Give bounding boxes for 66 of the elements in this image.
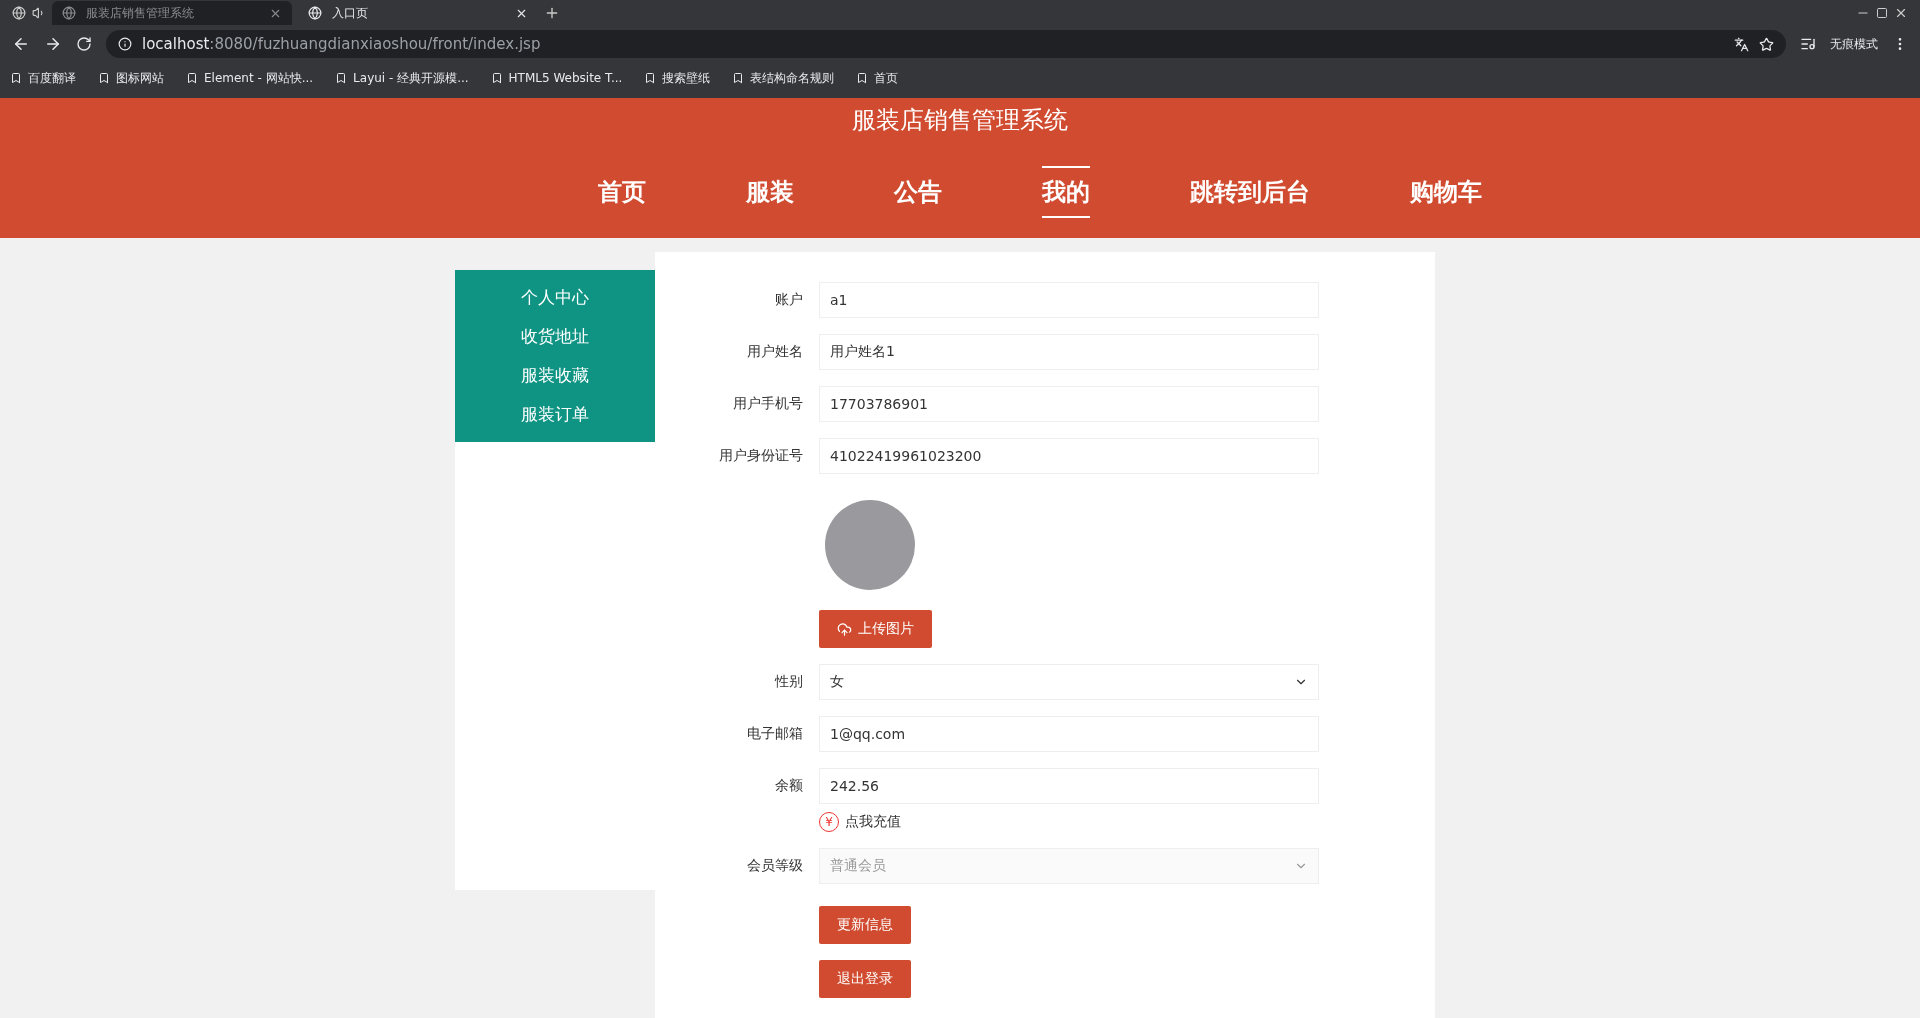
bookmark-icon [644,72,657,84]
nav-link[interactable]: 我的 [1042,166,1090,218]
bookmark[interactable]: 搜索壁纸 [644,69,711,87]
sidebar-item[interactable]: 服装收藏 [455,356,655,395]
nav-link[interactable]: 购物车 [1410,166,1482,218]
field-label: 电子邮箱 [746,725,803,743]
input-field[interactable]: 41022419961023200 [819,438,1319,474]
bookmark[interactable]: Layui - 经典开源模... [335,69,469,87]
field-label: 性别 [773,673,803,691]
globe-icon [308,6,322,20]
input-field[interactable]: 用户姓名1 [819,334,1319,370]
profile-label[interactable]: 无痕模式 [1830,35,1878,53]
bookmark[interactable]: 表结构命名规则 [732,69,835,87]
nav-link[interactable]: 跳转到后台 [1190,166,1310,218]
bookmark[interactable]: 首页 [856,69,899,87]
bookmark[interactable]: 图标网站 [98,69,164,87]
globe-icon [62,6,76,20]
restore-icon [1876,7,1888,19]
field-label: 用户手机号 [732,395,803,413]
bookmark-icon [10,72,22,84]
field-label: 用户姓名 [746,343,803,361]
translate-icon [1734,36,1749,52]
field-label: 会员等级 [746,857,803,875]
info-icon [118,37,132,51]
playlist-icon [1800,36,1816,52]
bookmark[interactable]: 百度翻译 [10,69,76,87]
bookmark-icon [98,72,110,84]
close-icon [1894,6,1908,20]
nav-link[interactable]: 公告 [894,166,942,218]
bookmark-icon [186,72,198,84]
nav-link[interactable]: 服装 [746,166,794,218]
input-field[interactable]: 17703786901 [819,386,1319,422]
bookmark-icon [732,72,745,84]
forward-icon [44,35,62,53]
bookmark-icon [490,72,503,84]
bookmark-icon [335,72,348,84]
reload-icon [76,36,92,52]
bookmark[interactable]: HTML5 Website T... [490,71,623,85]
bookmark[interactable]: Element - 网站快... [186,69,314,87]
form-button[interactable]: 更新信息 [819,906,911,944]
globe-icon [12,6,26,20]
input-field[interactable]: 242.56 [819,768,1319,804]
upload-button[interactable]: 上传图片 [819,610,932,648]
recharge-link[interactable]: ¥ 点我充值 [819,812,1435,832]
select-field[interactable]: 女 [819,664,1319,700]
star-icon [1759,36,1774,52]
field-label: 用户身份证号 [718,447,803,465]
form-button[interactable]: 退出登录 [819,960,911,998]
cloud-upload-icon [837,621,852,637]
sidebar-item[interactable]: 个人中心 [455,278,655,317]
address-bar[interactable]: localhost:8080/fuzhuangdianxiaoshou/front/index.jsp [106,30,1786,58]
tab-title: 服装店销售管理系统 [86,4,195,22]
site-title: 服装店销售管理系统 [852,105,1068,136]
new-tab-icon [544,5,560,21]
input-field[interactable]: a1 [819,282,1319,318]
browser-tab[interactable]: 服装店销售管理系统 [52,1,292,25]
back-icon [12,35,30,53]
url-text: localhost:8080/fuzhuangdianxiaoshou/front/index.jsp [142,35,541,53]
bookmark-icon [856,72,869,84]
tab-title: 入口页 [332,4,369,22]
sidebar-item[interactable]: 收货地址 [455,317,655,356]
field-label: 余额 [774,777,803,795]
sidebar-item[interactable]: 服装订单 [455,395,655,434]
input-field[interactable]: 1@qq.com [819,716,1319,752]
field-label: 账户 [774,291,803,309]
nav-link[interactable]: 首页 [598,166,646,218]
